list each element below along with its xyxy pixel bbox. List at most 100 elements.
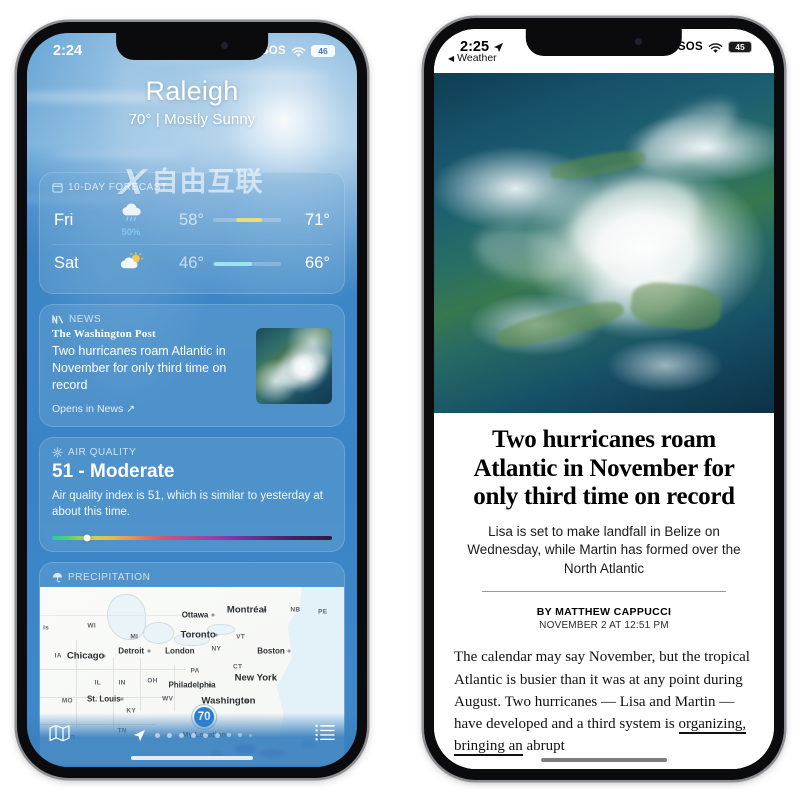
article-headline: Two hurricanes roam Atlantic in November… [473,426,735,510]
front-camera [221,42,229,49]
page-dot[interactable] [238,733,242,737]
page-indicator[interactable] [133,729,252,742]
map-city-label: Ottawa [181,610,209,620]
map-city-label: Montréal [226,604,267,616]
external-link-arrow-icon: ↗ [126,402,136,415]
page-dot[interactable] [179,732,184,738]
wifi-icon [708,42,723,53]
divider [482,591,726,593]
map-state-label: MO [61,697,73,705]
map-city-label: New York [234,672,278,684]
forecast-range-fill [214,261,253,266]
map-city-label: London [165,646,195,656]
rain-icon [121,203,141,222]
umbrella-icon [52,572,63,583]
partly-sunny-icon [120,251,143,268]
forecast-low: 58° [179,210,204,229]
map-button[interactable] [49,724,70,747]
device-notch [116,33,268,60]
status-time: 2:24 [53,43,83,59]
news-card-header: NEWS [52,314,332,325]
aqi-icon [52,447,63,458]
map-city-dot [120,697,124,701]
sos-indicator: SOS [677,41,703,53]
forecast-day: Fri [54,210,74,229]
forecast-title: 10-DAY FORECAST [68,181,168,193]
news-icon [52,314,64,324]
news-title: NEWS [69,313,102,325]
screenshot-stage: 2:24 SOS 46 Raleigh 70° | Mostly Sunny X… [0,0,812,800]
table-row[interactable]: Fri 50% 58° 71° [52,196,332,245]
map-state-label: NY [211,645,222,653]
page-dot[interactable] [191,732,196,738]
article-body[interactable]: Two hurricanes roam Atlantic in November… [434,413,774,769]
map-state-label: PA [190,667,200,675]
location-services-icon [493,42,504,52]
opens-in-news-link[interactable]: Opens in News ↗ [52,403,246,415]
map-state-label: OH [147,677,158,685]
air-quality-value: 51 - Moderate [52,460,175,482]
map-city-label: Chicago [66,650,105,662]
back-to-weather-link[interactable]: ◀ Weather [448,52,497,64]
air-quality-card[interactable]: AIR QUALITY 51 - Moderate Air quality in… [39,436,345,552]
list-icon [315,724,335,741]
article-date: NOVEMBER 2 AT 12:51 PM [539,620,669,632]
battery-level: 45 [735,42,745,52]
forecast-card[interactable]: 10-DAY FORECAST Fri 50% 58° 71° Sat 46° … [39,171,345,294]
map-state-label: IN [118,679,126,687]
precipitation-title: PRECIPITATION [68,571,151,583]
article-paragraph-part2: abrupt [522,738,565,755]
page-dot[interactable] [203,732,208,738]
news-link-label: Opens in News [52,402,124,415]
map-state-label: CT [232,663,243,671]
page-dot[interactable] [167,732,172,738]
weather-scroll-area[interactable]: Raleigh 70° | Mostly Sunny X 自由互联 10-DAY… [27,33,357,767]
right-phone-device: 2:25 SOS 45 ◀ Weather Two hurricanes roa… [424,18,784,780]
map-state-label: NB [290,606,301,614]
forecast-day: Sat [54,254,79,273]
forecast-high: 66° [305,254,330,273]
air-quality-card-header: AIR QUALITY [52,447,332,458]
list-button[interactable] [315,724,335,746]
map-city-label: St. Louis [86,694,121,704]
map-city-dot [287,649,291,653]
map-state-label: WI [87,622,96,630]
home-indicator [130,756,254,760]
forecast-range-fill [236,218,262,223]
current-temperature: 70° [128,110,152,128]
page-dot[interactable] [249,733,252,737]
map-icon [49,724,70,741]
map-city-label: Detroit [118,646,145,656]
page-dot[interactable] [227,733,231,737]
location-arrow-icon [133,729,146,741]
page-dot[interactable] [215,732,220,738]
hurricane-satellite-image [434,73,774,413]
page-title: Raleigh [145,76,239,106]
news-card[interactable]: NEWS The Washington Post Two hurricanes … [39,303,345,427]
article-subhead: Lisa is set to make landfall in Belize o… [467,523,741,576]
map-state-label: WV [162,695,174,703]
precipitation-card-header: PRECIPITATION [52,572,332,583]
calendar-icon [52,183,63,193]
separator: | [155,110,160,128]
map-city-label: Boston [257,646,285,656]
page-dot[interactable] [155,732,160,738]
forecast-range-bar [213,218,281,223]
right-phone-screen: 2:25 SOS 45 ◀ Weather Two hurricanes roa… [434,29,774,769]
map-state-label: IA [54,652,62,660]
condition-text: Mostly Sunny [164,110,256,128]
front-camera [634,38,642,45]
forecast-low: 46° [179,254,204,273]
wifi-icon [291,46,306,57]
news-source: The Washington Post [52,327,156,340]
map-state-label: IL [94,679,101,687]
news-thumbnail[interactable] [256,327,332,404]
map-state-label: MI [130,633,139,641]
table-row[interactable]: Sat 46° 66° [52,245,332,282]
map-city-label: Toronto [180,629,216,641]
forecast-high: 71° [305,210,330,229]
map-state-label: VT [236,633,246,641]
map-city-label: Philadelphia [168,680,216,690]
left-phone-device: 2:24 SOS 46 Raleigh 70° | Mostly Sunny X… [17,22,367,778]
battery-indicator: 45 [728,41,752,53]
